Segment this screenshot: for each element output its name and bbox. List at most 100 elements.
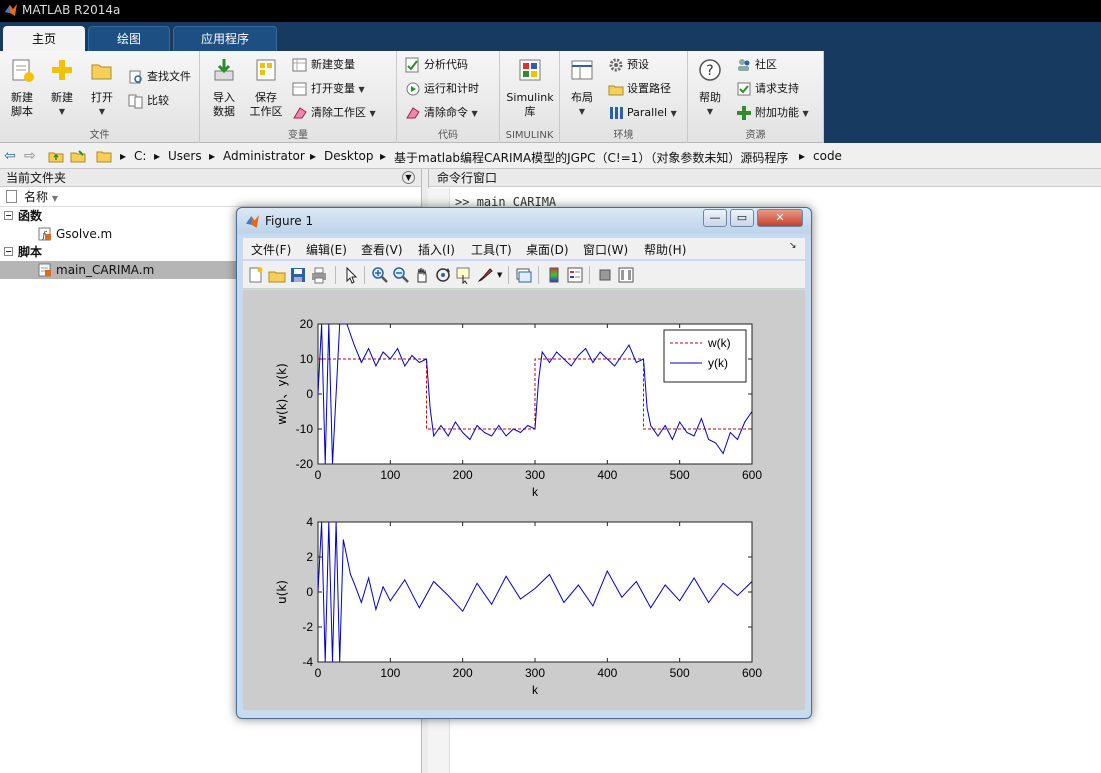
find-files-button[interactable]: 查找文件 xyxy=(128,67,191,87)
community-icon xyxy=(738,59,750,71)
show-plot-tools-icon[interactable] xyxy=(617,266,635,284)
set-path-button[interactable]: 设置路径 xyxy=(608,79,671,99)
help-button[interactable]: ? 帮助 ▼ xyxy=(692,57,728,119)
ribbon-empty-area xyxy=(824,51,1101,143)
ribbon-group-code: 分析代码 运行和计时 清除命令 ▼ 代码 xyxy=(397,51,500,143)
matlab-logo-icon xyxy=(5,4,17,16)
y-axis-label: u(k) xyxy=(275,580,289,604)
open-button[interactable]: 打开 ▼ xyxy=(84,57,120,119)
close-icon: ✕ xyxy=(775,211,785,224)
axes-top[interactable]: 0 100 200 300 400 500 600 -20 -10 0 10 20 k w(k)、y(k)… xyxy=(275,317,762,499)
minimize-button[interactable]: — xyxy=(703,209,727,227)
new-script-button[interactable]: 新建 脚本 xyxy=(4,57,40,119)
figure-title: Figure 1 xyxy=(265,214,314,228)
menu-desktop[interactable]: 桌面(D) xyxy=(526,241,569,258)
folder-open-icon xyxy=(91,64,112,80)
add-ons-icon xyxy=(737,106,751,120)
preferences-button[interactable]: 预设 xyxy=(608,55,649,75)
tab-home[interactable]: 主页 xyxy=(3,26,85,51)
breadcrumb-project-folder[interactable]: 基于matlab编程CARIMA模型的JGPC（C!=1）（对象参数未知）源码程… xyxy=(394,149,788,166)
dropdown-arrow-icon: ▼ xyxy=(358,85,365,94)
link-plot-icon[interactable] xyxy=(515,266,533,284)
open-file-icon[interactable] xyxy=(268,266,286,284)
new-variable-button[interactable]: 新建变量 xyxy=(292,55,355,75)
colorbar-icon[interactable] xyxy=(545,266,563,284)
figure-title-bar[interactable]: Figure 1 — ▭ ✕ xyxy=(237,208,811,234)
menu-window[interactable]: 窗口(W) xyxy=(583,241,628,258)
current-folder-icon xyxy=(96,151,112,163)
zoom-out-icon[interactable] xyxy=(392,266,410,284)
current-folder-header: 当前文件夹 ▼ xyxy=(0,169,421,187)
brush-dropdown-icon[interactable]: ▼ xyxy=(497,271,502,279)
rotate-3d-icon[interactable] xyxy=(434,266,452,284)
maximize-button[interactable]: ▭ xyxy=(730,209,754,227)
tab-apps[interactable]: 应用程序 xyxy=(173,26,277,51)
open-variable-button[interactable]: 打开变量 ▼ xyxy=(292,79,365,99)
y-tick-label: 20 xyxy=(300,317,314,331)
simulink-library-button[interactable]: Simulink 库 xyxy=(504,57,556,119)
close-button[interactable]: ✕ xyxy=(757,209,803,227)
analyze-code-button[interactable]: 分析代码 xyxy=(405,55,468,75)
breadcrumb-users[interactable]: Users xyxy=(168,149,202,163)
menu-help[interactable]: 帮助(H) xyxy=(644,241,686,258)
legend-label: w(k) xyxy=(707,336,731,350)
x-tick-label: 300 xyxy=(525,468,545,482)
figure-plots: 0 100 200 300 400 500 600-20-1001020kw(k)、y(k)… xyxy=(275,317,762,697)
save-icon[interactable] xyxy=(289,266,307,284)
breadcrumb-administrator[interactable]: Administrator xyxy=(223,149,305,163)
tab-plots[interactable]: 绘图 xyxy=(88,26,170,51)
menu-view[interactable]: 查看(V) xyxy=(361,241,403,258)
clear-workspace-button[interactable]: 清除工作区 ▼ xyxy=(292,103,376,123)
request-support-button[interactable]: 请求支持 xyxy=(736,79,799,99)
up-folder-icon[interactable] xyxy=(48,148,64,164)
clear-commands-button[interactable]: 清除命令 ▼ xyxy=(405,103,478,123)
forward-arrow-icon[interactable]: ⇨ xyxy=(24,148,36,164)
pan-icon[interactable] xyxy=(413,266,431,284)
dropdown-arrow-icon: ▼ xyxy=(98,107,106,116)
collapse-icon[interactable]: − xyxy=(4,211,13,220)
toolbar-separator xyxy=(508,266,509,284)
menu-insert[interactable]: 插入(I) xyxy=(418,241,455,258)
x-tick-label: 500 xyxy=(670,468,690,482)
brush-icon[interactable] xyxy=(476,266,494,284)
menu-edit[interactable]: 编辑(E) xyxy=(306,241,347,258)
hide-plot-tools-icon[interactable] xyxy=(596,266,614,284)
open-variable-icon xyxy=(292,82,307,96)
compare-button[interactable]: 比较 xyxy=(128,91,169,111)
community-button[interactable]: 社区 xyxy=(736,55,777,75)
breadcrumb-separator-icon: ▸ xyxy=(380,149,387,163)
x-tick-label: 300 xyxy=(525,666,545,680)
dock-arrow-icon[interactable]: ↘ xyxy=(789,241,797,251)
new-button[interactable]: 新建 ▼ xyxy=(44,57,80,119)
save-workspace-button[interactable]: 保存 工作区 xyxy=(246,57,286,119)
new-figure-icon[interactable] xyxy=(247,266,265,284)
print-icon[interactable] xyxy=(310,266,328,284)
import-data-button[interactable]: 导入 数据 xyxy=(204,57,244,119)
breadcrumb-drive[interactable]: C: xyxy=(134,149,146,163)
x-tick-label: 500 xyxy=(670,666,690,680)
collapse-icon[interactable]: − xyxy=(4,247,13,256)
data-cursor-icon[interactable] xyxy=(455,266,473,284)
legend-icon[interactable] xyxy=(566,266,584,284)
breadcrumb-code[interactable]: code xyxy=(813,149,842,163)
parallel-button[interactable]: Parallel ▼ xyxy=(608,103,677,123)
run-and-time-button[interactable]: 运行和计时 xyxy=(405,79,479,99)
zoom-in-icon[interactable] xyxy=(371,266,389,284)
browse-folder-icon[interactable] xyxy=(70,148,86,164)
axes-bottom[interactable]: 0 100 200 300 400 500 600 -4 -2 0 2 4 k u(k) xyxy=(275,515,762,697)
x-tick-label: 400 xyxy=(597,666,617,680)
layout-button[interactable]: 布局 ▼ xyxy=(564,57,600,119)
breadcrumb-desktop[interactable]: Desktop xyxy=(324,149,374,163)
pointer-icon[interactable] xyxy=(342,266,360,284)
back-arrow-icon[interactable]: ⇦ xyxy=(4,148,16,164)
group-label-simulink: SIMULINK xyxy=(505,130,554,141)
set-path-icon xyxy=(608,85,624,96)
menu-tools[interactable]: 工具(T) xyxy=(471,241,512,258)
plus-icon xyxy=(52,60,72,80)
column-header-name[interactable]: 名称 ▼ xyxy=(0,187,421,207)
clear-commands-icon xyxy=(406,107,420,119)
add-ons-button[interactable]: 附加功能 ▼ xyxy=(736,103,809,123)
panel-options-icon[interactable]: ▼ xyxy=(402,171,415,184)
x-tick-label: 600 xyxy=(742,468,762,482)
menu-file[interactable]: 文件(F) xyxy=(251,241,291,258)
